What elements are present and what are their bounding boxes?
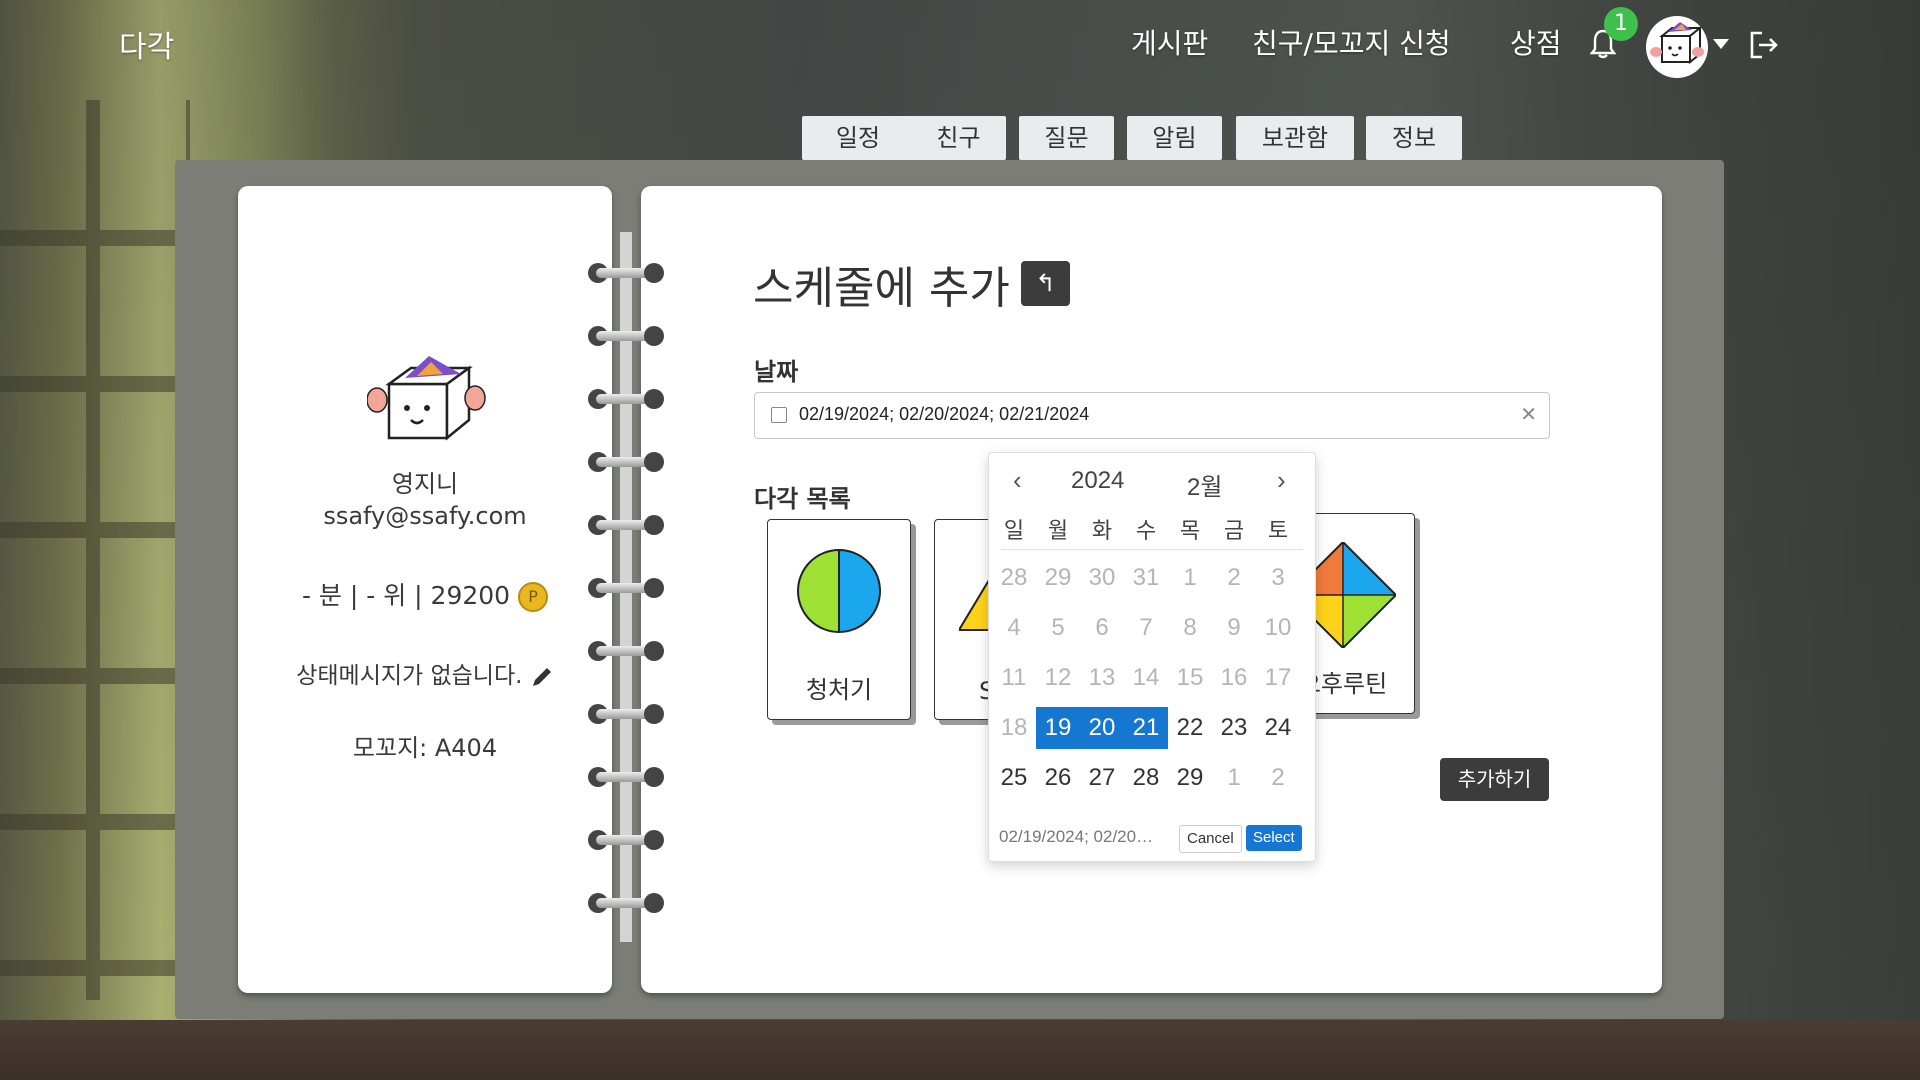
date-input-value: 02/19/2024; 02/20/2024; 02/21/2024 <box>799 404 1090 424</box>
page-title: 스케줄에 추가 <box>753 263 1010 314</box>
spiral-ring <box>588 830 664 850</box>
background-floor <box>0 1020 1920 1080</box>
spiral-ring <box>588 263 664 283</box>
tab-info[interactable]: 정보 <box>1366 116 1462 160</box>
calendar-day[interactable]: 4 <box>992 607 1036 649</box>
calendar-day[interactable]: 23 <box>1212 707 1256 749</box>
calendar-day[interactable]: 25 <box>992 757 1036 799</box>
calendar-day[interactable]: 7 <box>1124 607 1168 649</box>
pencil-edit-icon[interactable] <box>530 665 554 689</box>
calendar-day[interactable]: 28 <box>992 557 1036 599</box>
calendar-day-selected[interactable]: 21 <box>1124 707 1168 749</box>
datepicker-popup: ‹ 2024 2월 › 일월화수목금토 28 29 30 31 1 2 3 4 5 6 7 8 9 10 1… <box>988 452 1316 862</box>
calendar-day-selected[interactable]: 20 <box>1080 707 1124 749</box>
dagak-card[interactable]: 청처기 <box>767 519 911 720</box>
dagak-card-label: 청처기 <box>805 676 873 704</box>
calendar-day[interactable]: 27 <box>1080 757 1124 799</box>
top-nav: 다각 게시판 친구/모꼬지 신청 상점 1 <box>0 0 1920 90</box>
mokkoji-label: 모꼬지: A404 <box>352 734 498 762</box>
datepicker-year[interactable]: 2024 <box>1071 467 1124 495</box>
calendar-day[interactable]: 8 <box>1168 607 1212 649</box>
user-menu-caret-icon[interactable] <box>1713 39 1729 49</box>
weekday-label: 목 <box>1179 518 1201 543</box>
calendar-day[interactable]: 24 <box>1256 707 1300 749</box>
weekday-label: 수 <box>1135 518 1157 543</box>
tab-friends[interactable]: 친구 <box>911 116 1006 160</box>
back-button[interactable]: ↰ <box>1021 261 1070 306</box>
calendar-day[interactable]: 11 <box>992 657 1036 699</box>
calendar-day[interactable]: 15 <box>1168 657 1212 699</box>
date-input[interactable]: 02/19/2024; 02/20/2024; 02/21/2024 ✕ <box>754 392 1550 439</box>
calendar-day[interactable]: 2 <box>1212 557 1256 599</box>
status-message: 상태메시지가 없습니다. <box>238 656 612 690</box>
add-button[interactable]: 추가하기 <box>1440 758 1549 801</box>
calendar-day[interactable]: 30 <box>1080 557 1124 599</box>
calendar-day[interactable]: 18 <box>992 707 1036 749</box>
calendar-day[interactable]: 14 <box>1124 657 1168 699</box>
next-month-icon[interactable]: › <box>1277 465 1286 496</box>
calendar-day[interactable]: 16 <box>1212 657 1256 699</box>
calendar-day[interactable]: 3 <box>1256 557 1300 599</box>
brand-logo[interactable]: 다각 <box>119 22 174 66</box>
spiral-ring <box>588 893 664 913</box>
calendar-day[interactable]: 13 <box>1080 657 1124 699</box>
tab-questions[interactable]: 질문 <box>1019 116 1114 160</box>
calendar-icon <box>771 407 787 423</box>
user-avatar[interactable] <box>1646 16 1708 78</box>
calendar-day[interactable]: 29 <box>1168 757 1212 799</box>
notification-badge: 1 <box>1604 7 1638 41</box>
weekday-divider <box>1001 549 1303 550</box>
nav-friend-request-link[interactable]: 친구/모꼬지 신청 <box>1252 22 1451 62</box>
calendar-day[interactable]: 9 <box>1212 607 1256 649</box>
datepicker-footer-value: 02/19/2024; 02/20… <box>999 827 1154 846</box>
weekday-label: 토 <box>1267 518 1289 543</box>
datepicker-select-button[interactable]: Select <box>1246 825 1302 851</box>
prev-month-icon[interactable]: ‹ <box>1013 465 1022 496</box>
clear-icon[interactable]: ✕ <box>1520 402 1537 426</box>
weekday-label: 월 <box>1047 518 1069 543</box>
logout-icon[interactable] <box>1748 30 1780 60</box>
nav-board-link[interactable]: 게시판 <box>1131 22 1208 62</box>
avatar-character-icon <box>1650 22 1704 65</box>
half-circle-icon <box>797 548 881 634</box>
calendar-day-selected[interactable]: 19 <box>1036 707 1080 749</box>
profile-name: 영지니 <box>391 470 459 498</box>
profile-email: ssafy@ssafy.com <box>323 502 527 530</box>
weekday-label: 화 <box>1091 518 1113 543</box>
tab-notifications[interactable]: 알림 <box>1127 116 1222 160</box>
calendar-day[interactable]: 22 <box>1168 707 1212 749</box>
tab-schedule[interactable]: 일정 <box>802 116 914 160</box>
calendar-day[interactable]: 31 <box>1124 557 1168 599</box>
calendar-day[interactable]: 6 <box>1080 607 1124 649</box>
return-arrow-icon: ↰ <box>1035 269 1056 297</box>
calendar-day[interactable]: 17 <box>1256 657 1300 699</box>
spiral-ring <box>588 704 664 724</box>
calendar-day[interactable]: 29 <box>1036 557 1080 599</box>
calendar-day[interactable]: 26 <box>1036 757 1080 799</box>
calendar-day[interactable]: 5 <box>1036 607 1080 649</box>
calendar-day[interactable]: 1 <box>1168 557 1212 599</box>
tab-storage[interactable]: 보관함 <box>1236 116 1354 160</box>
date-label: 날짜 <box>754 358 799 386</box>
calendar-day[interactable]: 2 <box>1256 757 1300 799</box>
profile-stats: - 분 | - 위 | 29200 P <box>238 576 612 612</box>
spiral-ring <box>588 767 664 787</box>
coin-icon: P <box>518 582 549 612</box>
datepicker-cancel-button[interactable]: Cancel <box>1179 825 1242 853</box>
calendar-day[interactable]: 12 <box>1036 657 1080 699</box>
list-label: 다각 목록 <box>754 485 851 513</box>
datepicker-month[interactable]: 2월 <box>1187 467 1222 502</box>
background-window <box>0 100 190 1000</box>
profile-character-icon <box>367 356 486 441</box>
weekday-label: 일 <box>1003 518 1025 543</box>
nav-shop-link[interactable]: 상점 <box>1510 22 1562 62</box>
calendar-day[interactable]: 1 <box>1212 757 1256 799</box>
weekday-label: 금 <box>1223 518 1245 543</box>
spiral-ring <box>588 326 664 346</box>
calendar-day[interactable]: 28 <box>1124 757 1168 799</box>
spiral-ring <box>588 389 664 409</box>
calendar-day[interactable]: 10 <box>1256 607 1300 649</box>
profile-stats-text: - 분 | - 위 | 29200 <box>301 581 511 610</box>
status-message-text: 상태메시지가 없습니다. <box>296 663 523 689</box>
